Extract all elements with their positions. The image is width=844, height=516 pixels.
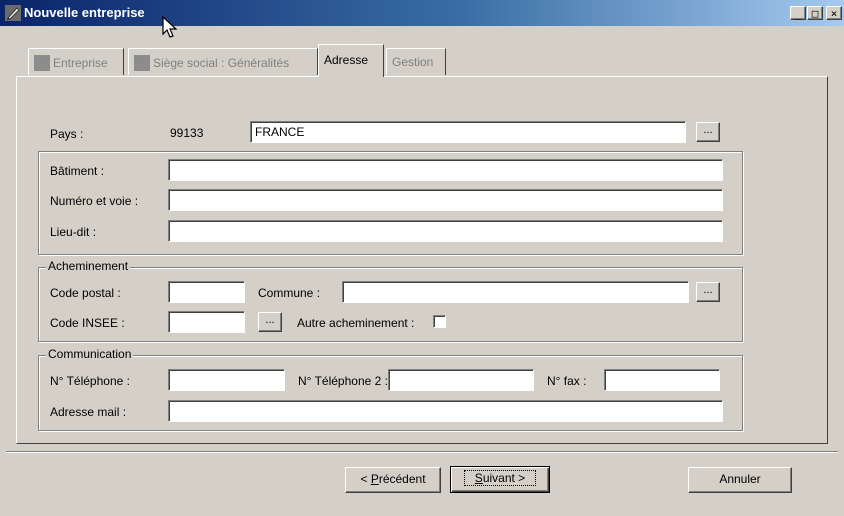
close-button[interactable]: ×: [826, 6, 842, 20]
voie-label: Numéro et voie :: [50, 194, 139, 208]
fax-field[interactable]: [604, 369, 720, 391]
telephone-field[interactable]: [168, 369, 285, 391]
pays-code: 99133: [170, 126, 204, 140]
app-pen-icon: [5, 5, 21, 21]
window-title: Nouvelle entreprise: [24, 5, 145, 20]
lieudit-label: Lieu-dit :: [50, 225, 97, 239]
commune-lookup-button[interactable]: ...: [696, 282, 720, 302]
commune-label: Commune :: [258, 286, 321, 300]
pays-label: Pays :: [50, 127, 84, 141]
code-insee-lookup-button[interactable]: ...: [258, 312, 282, 332]
mouse-cursor-icon: [162, 16, 178, 38]
code-insee-field[interactable]: [168, 311, 245, 333]
separator: [6, 451, 838, 453]
tab-siege-social-label: Siège social : Généralités: [153, 56, 290, 70]
tab-adresse[interactable]: Adresse: [318, 44, 384, 77]
previous-accel: P: [370, 472, 379, 486]
next-button[interactable]: Suivant >: [450, 466, 550, 493]
tab-siege-social[interactable]: Siège social : Généralités: [128, 48, 318, 75]
next-focus-rect: Suivant >: [463, 470, 537, 486]
acheminement-group: [38, 267, 743, 342]
autre-acheminement-checkbox[interactable]: [433, 315, 446, 328]
code-insee-label: Code INSEE :: [50, 316, 125, 330]
batiment-label: Bâtiment :: [50, 164, 105, 178]
acheminement-legend: Acheminement: [46, 259, 131, 273]
maximize-button[interactable]: □: [807, 6, 823, 20]
minimize-button[interactable]: _: [790, 6, 806, 20]
tab-entreprise[interactable]: Entreprise: [28, 48, 124, 75]
telephone2-field[interactable]: [388, 369, 534, 391]
mail-field[interactable]: [168, 400, 723, 422]
autre-acheminement-label: Autre acheminement :: [297, 316, 415, 330]
commune-field[interactable]: [342, 281, 689, 303]
batiment-field[interactable]: [168, 159, 723, 181]
mail-label: Adresse mail :: [50, 405, 127, 419]
pays-field[interactable]: FRANCE: [250, 121, 686, 143]
code-postal-field[interactable]: [168, 281, 245, 303]
previous-prefix: <: [360, 472, 371, 486]
voie-field[interactable]: [168, 189, 723, 211]
tab-siege-social-icon: [134, 55, 150, 71]
fax-label: N° fax :: [547, 374, 587, 388]
telephone2-label: N° Téléphone 2 :: [298, 374, 388, 388]
tab-gestion[interactable]: Gestion: [386, 48, 446, 75]
tab-gestion-label: Gestion: [392, 55, 434, 69]
code-postal-label: Code postal :: [50, 286, 121, 300]
telephone-label: N° Téléphone :: [50, 374, 130, 388]
communication-legend: Communication: [46, 347, 134, 361]
tab-adresse-label: Adresse: [324, 53, 369, 67]
previous-rest: récédent: [378, 472, 426, 486]
previous-button[interactable]: < Précédent: [345, 467, 441, 493]
tab-entreprise-label: Entreprise: [53, 56, 108, 70]
next-accel: S: [474, 471, 483, 485]
pays-lookup-button[interactable]: ...: [696, 122, 720, 142]
tab-entreprise-icon: [34, 55, 50, 71]
cancel-button[interactable]: Annuler: [688, 467, 792, 493]
next-rest: uivant >: [482, 471, 526, 485]
lieudit-field[interactable]: [168, 220, 723, 242]
